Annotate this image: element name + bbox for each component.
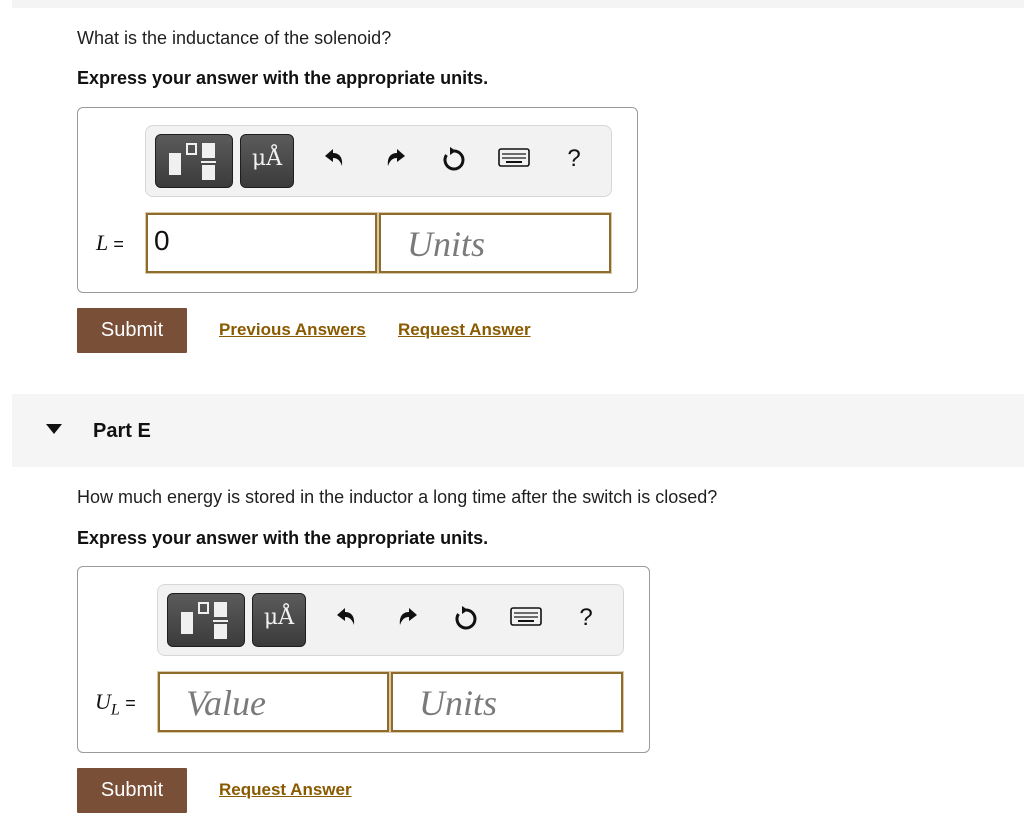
- question-text: How much energy is stored in the inducto…: [77, 487, 718, 507]
- part-title: Part E: [93, 420, 151, 442]
- equals-sign: =: [125, 693, 136, 713]
- units-icon: μÅ: [251, 146, 283, 171]
- request-answer-link[interactable]: Request Answer: [398, 320, 531, 340]
- keyboard-icon: [498, 148, 530, 167]
- units-placeholder: Units: [407, 224, 486, 264]
- help-icon: ?: [567, 145, 581, 172]
- equals-sign: =: [113, 234, 124, 254]
- value-input[interactable]: 0: [145, 212, 378, 274]
- help-button[interactable]: ?: [557, 142, 591, 176]
- value-placeholder: Value: [186, 683, 266, 723]
- templates-icon: [181, 602, 228, 639]
- reset-button[interactable]: [449, 601, 483, 635]
- help-button[interactable]: ?: [569, 601, 603, 635]
- redo-icon: [387, 149, 405, 166]
- units-placeholder: Units: [419, 683, 498, 723]
- variable-subscript: L: [110, 701, 120, 719]
- variable-label: UL =: [95, 689, 136, 719]
- templates-button[interactable]: [155, 134, 233, 188]
- undo-icon: [325, 149, 343, 166]
- units-input[interactable]: Units: [390, 671, 624, 733]
- units-icon: μÅ: [263, 605, 295, 630]
- keyboard-icon: [510, 607, 542, 626]
- undo-button[interactable]: [329, 601, 363, 635]
- previous-part-strip: [12, 0, 1024, 8]
- templates-icon: [169, 143, 216, 180]
- part-e-header[interactable]: Part E: [12, 394, 1024, 467]
- undo-button[interactable]: [317, 142, 351, 176]
- keyboard-button[interactable]: [497, 142, 531, 176]
- redo-icon: [399, 608, 417, 625]
- units-input[interactable]: Units: [378, 212, 612, 274]
- variable-label: L =: [96, 230, 124, 256]
- variable-symbol: L: [96, 230, 108, 255]
- redo-button[interactable]: [379, 142, 413, 176]
- math-toolbar: μÅ ?: [157, 584, 624, 656]
- undo-icon: [337, 608, 355, 625]
- variable-symbol: U: [95, 689, 111, 714]
- previous-answers-link[interactable]: Previous Answers: [219, 320, 366, 340]
- reset-icon: [443, 147, 465, 171]
- request-answer-link[interactable]: Request Answer: [219, 780, 352, 800]
- templates-button[interactable]: [167, 593, 245, 647]
- math-toolbar: μÅ ?: [145, 125, 612, 197]
- value-input[interactable]: Value: [157, 671, 390, 733]
- redo-button[interactable]: [391, 601, 425, 635]
- reset-icon: [455, 606, 477, 630]
- keyboard-button[interactable]: [509, 601, 543, 635]
- submit-button[interactable]: Submit: [77, 308, 187, 353]
- value-input-text: 0: [154, 225, 170, 256]
- units-button[interactable]: μÅ: [240, 134, 294, 188]
- answer-instruction: Express your answer with the appropriate…: [77, 528, 489, 548]
- question-text: What is the inductance of the solenoid?: [77, 28, 392, 48]
- reset-button[interactable]: [437, 142, 471, 176]
- expand-caret-icon[interactable]: [46, 424, 62, 434]
- answer-box: μÅ ?: [77, 566, 650, 753]
- answer-instruction: Express your answer with the appropriate…: [77, 68, 489, 88]
- help-icon: ?: [579, 604, 593, 631]
- answer-box: μÅ ?: [77, 107, 638, 293]
- submit-button[interactable]: Submit: [77, 768, 187, 813]
- units-button[interactable]: μÅ: [252, 593, 306, 647]
